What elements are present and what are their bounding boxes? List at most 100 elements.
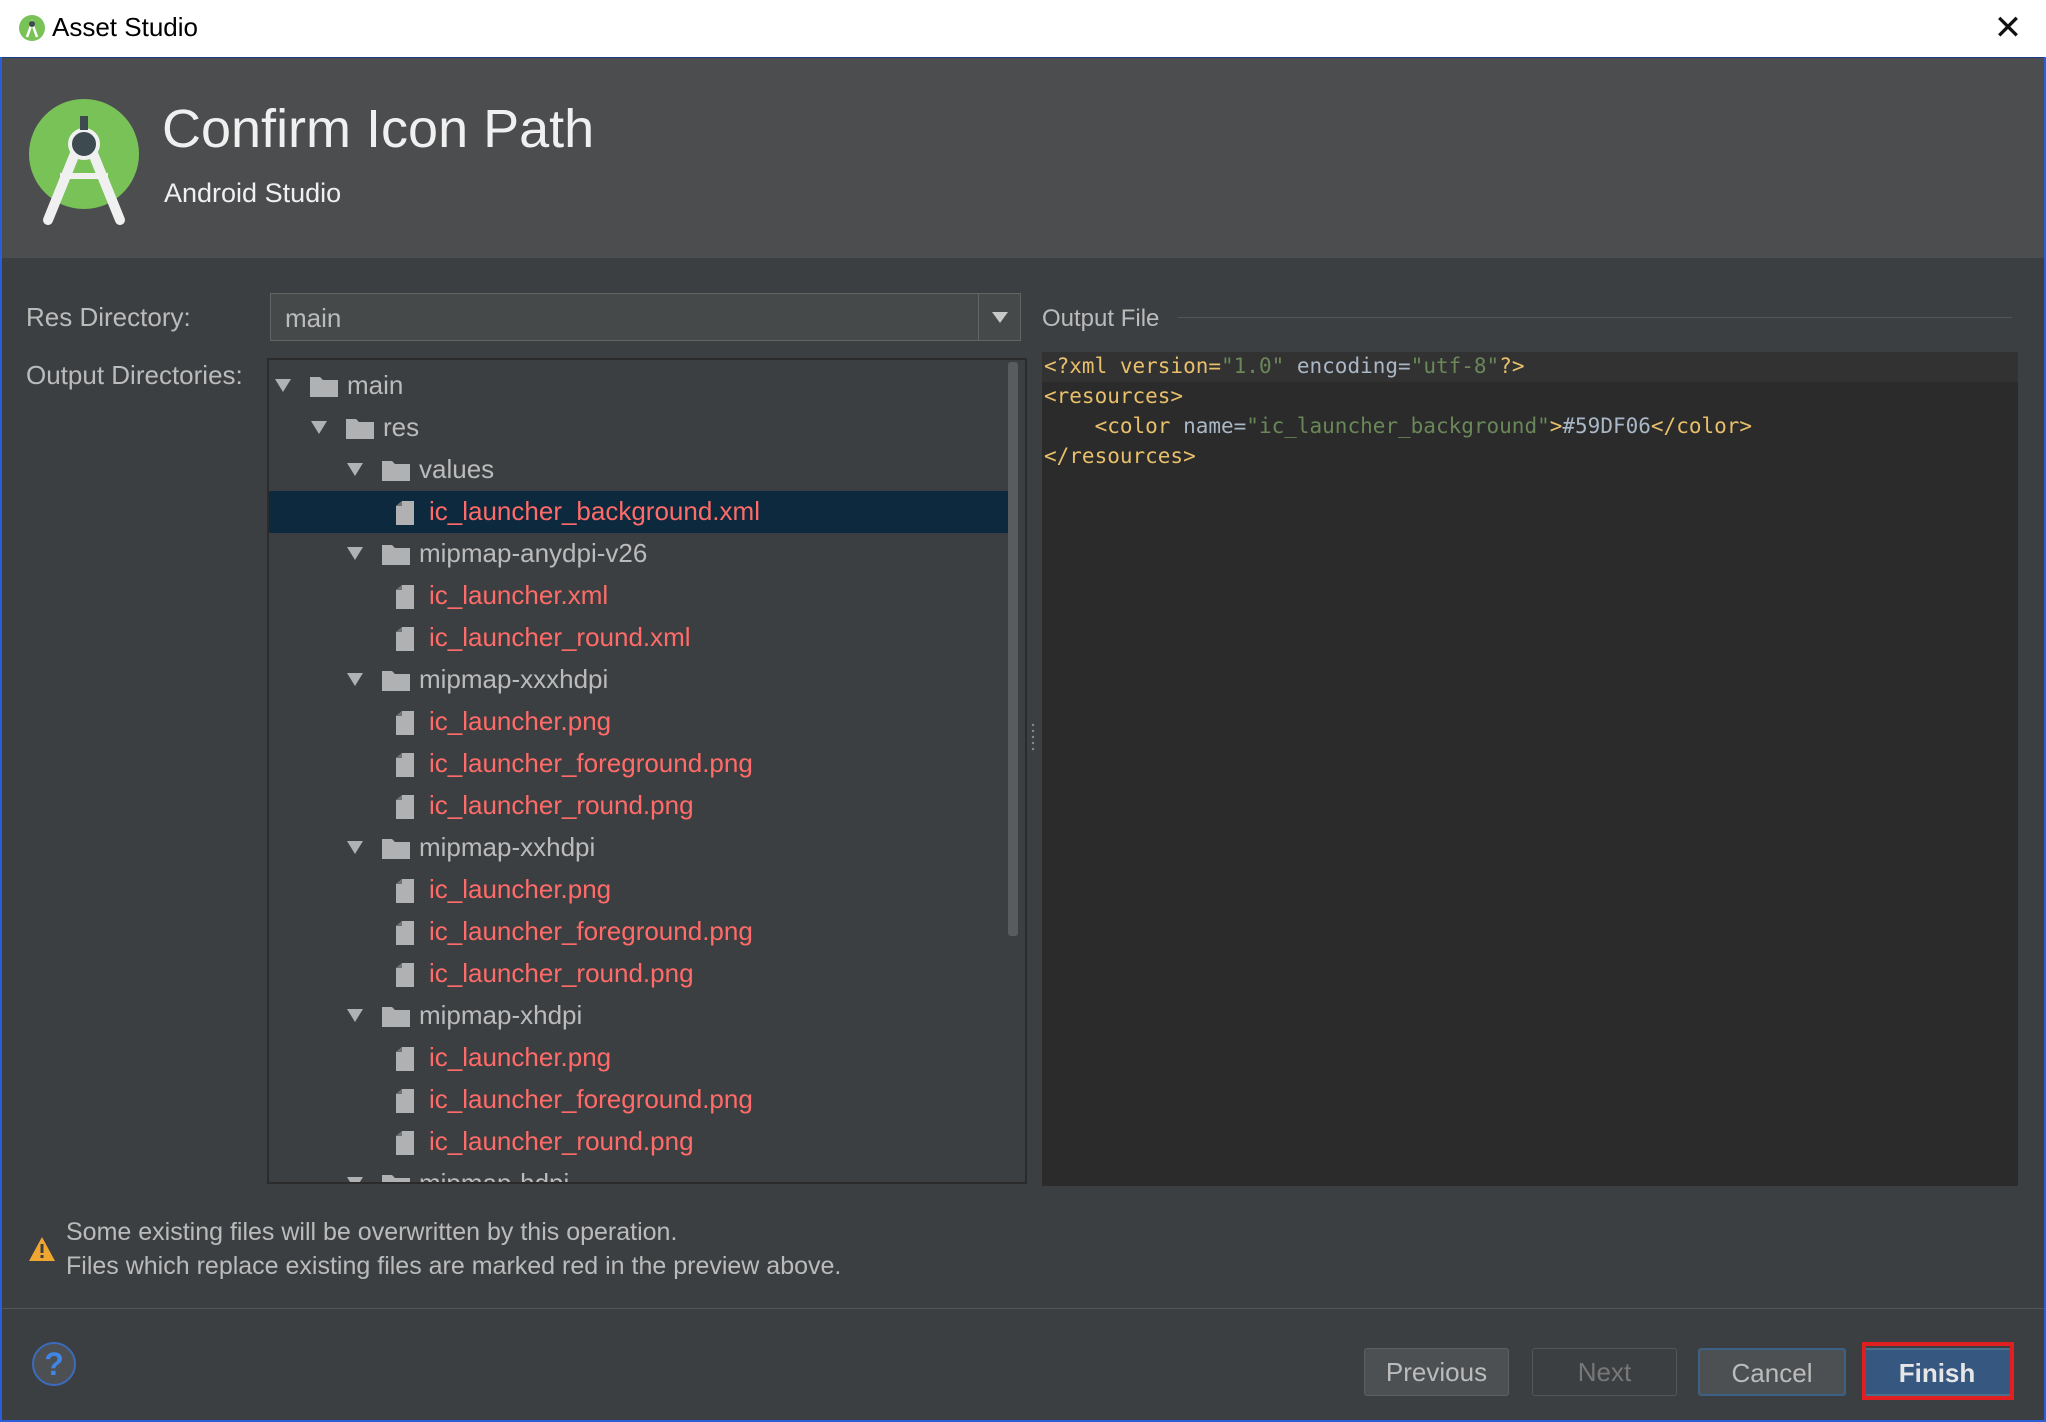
tree-folder-label: mipmap-xhdpi: [419, 1000, 583, 1030]
file-icon: [396, 1131, 414, 1155]
code-line-4: </resources>: [1044, 444, 1196, 468]
res-directory-value: main: [285, 303, 342, 333]
tree-file-row[interactable]: ic_launcher.png: [269, 701, 1009, 743]
footer-divider: [2, 1308, 2044, 1309]
tree-folder-row[interactable]: values: [269, 449, 1009, 491]
warning-text-line-1: Some existing files will be overwritten …: [66, 1218, 678, 1246]
tree-folder-row[interactable]: mipmap-hdpi: [269, 1163, 1009, 1184]
file-icon: [396, 585, 414, 609]
code-token: ?>: [1499, 354, 1525, 378]
tree-file-label: ic_launcher.png: [429, 706, 612, 736]
expand-triangle-icon[interactable]: [347, 463, 363, 476]
res-directory-dropdown[interactable]: main: [270, 293, 1021, 341]
expand-triangle-icon[interactable]: [347, 673, 363, 686]
tree-folder-row[interactable]: mipmap-anydpi-v26: [269, 533, 1009, 575]
tree-folder-row[interactable]: mipmap-xhdpi: [269, 995, 1009, 1037]
tree-file-label: ic_launcher_foreground.png: [429, 748, 753, 778]
previous-button[interactable]: Previous: [1364, 1348, 1509, 1396]
tree-file-label: ic_launcher.png: [429, 1042, 612, 1072]
code-token: #59DF06: [1562, 414, 1651, 438]
finish-button[interactable]: Finish: [1862, 1348, 2012, 1396]
tree-file-row[interactable]: ic_launcher_foreground.png: [269, 1079, 1009, 1121]
tree-file-row[interactable]: ic_launcher_round.xml: [269, 617, 1009, 659]
tree-folder-row[interactable]: res: [269, 407, 1009, 449]
output-directories-label: Output Directories:: [26, 360, 243, 390]
code-token: encoding=: [1284, 354, 1411, 378]
tree-file-row[interactable]: ic_launcher.xml: [269, 575, 1009, 617]
file-icon: [396, 711, 414, 735]
tree-folder-label: mipmap-xxxhdpi: [419, 664, 609, 694]
tree-file-row[interactable]: ic_launcher_foreground.png: [269, 911, 1009, 953]
expand-triangle-icon[interactable]: [347, 1177, 363, 1182]
tree-scrollbar[interactable]: [1008, 362, 1018, 936]
tree-file-label: ic_launcher_foreground.png: [429, 916, 753, 946]
tree-file-label: ic_launcher_foreground.png: [429, 1084, 753, 1114]
file-icon: [396, 921, 414, 945]
chevron-down-icon[interactable]: [978, 294, 1020, 340]
tree-folder-label: mipmap-hdpi: [419, 1168, 570, 1184]
android-studio-logo-icon: [29, 99, 139, 225]
next-button[interactable]: Next: [1532, 1348, 1677, 1396]
folder-icon: [310, 377, 338, 397]
code-token: name=: [1170, 414, 1247, 438]
code-line-3: <color name="ic_launcher_background">#59…: [1044, 414, 1752, 438]
warning-text-line-2: Files which replace existing files are m…: [66, 1252, 842, 1280]
expand-triangle-icon[interactable]: [347, 841, 363, 854]
expand-triangle-icon[interactable]: [347, 1009, 363, 1022]
code-token: "utf-8": [1410, 354, 1500, 378]
code-line-1: <?xml version="1.0" encoding="utf-8"?>: [1044, 354, 1524, 378]
file-icon: [396, 879, 414, 903]
tree-file-label: ic_launcher.png: [429, 874, 612, 904]
expand-triangle-icon[interactable]: [275, 379, 291, 392]
tree-file-row[interactable]: ic_launcher_background.xml: [269, 491, 1009, 533]
folder-icon: [346, 419, 374, 439]
folder-icon: [382, 1007, 410, 1027]
tree-file-row[interactable]: ic_launcher.png: [269, 1037, 1009, 1079]
tree-folder-label: res: [383, 412, 420, 442]
tree-folder-label: values: [419, 454, 495, 484]
tree-file-row[interactable]: ic_launcher_round.png: [269, 953, 1009, 995]
tree-file-row[interactable]: ic_launcher.png: [269, 869, 1009, 911]
tree-folder-row[interactable]: main: [269, 365, 1009, 407]
code-line-2: <resources>: [1044, 384, 1184, 408]
expand-triangle-icon[interactable]: [311, 421, 327, 434]
folder-icon: [382, 839, 410, 859]
tree-file-label: ic_launcher_background.xml: [429, 496, 760, 526]
output-file-divider: [1178, 317, 2012, 318]
folder-icon: [382, 545, 410, 565]
file-icon: [396, 963, 414, 987]
tree-file-label: ic_launcher_round.png: [429, 790, 694, 820]
wizard-header: Confirm Icon Path Android Studio: [2, 58, 2044, 258]
output-directories-tree[interactable]: main res values ic_launcher_background.xmlm…: [267, 358, 1027, 1184]
warning-icon: [29, 1237, 55, 1261]
tree-file-label: ic_launcher.xml: [429, 580, 609, 610]
tree-file-row[interactable]: ic_launcher_foreground.png: [269, 743, 1009, 785]
folder-icon: [382, 671, 410, 691]
folder-icon: [382, 461, 410, 481]
cancel-button[interactable]: Cancel: [1698, 1348, 1846, 1396]
tree-folder-row[interactable]: mipmap-xxhdpi: [269, 827, 1009, 869]
splitter-handle[interactable]: [1030, 722, 1036, 752]
code-token: "1.0": [1221, 354, 1285, 378]
android-studio-app-icon: [19, 15, 45, 41]
expand-triangle-icon[interactable]: [347, 547, 363, 560]
code-token: >: [1549, 414, 1563, 438]
help-button[interactable]: ?: [32, 1342, 76, 1386]
tree-folder-row[interactable]: mipmap-xxxhdpi: [269, 659, 1009, 701]
file-icon: [396, 1047, 414, 1071]
code-token: "ic_launcher_background": [1246, 414, 1550, 438]
tree-file-label: ic_launcher_round.png: [429, 1126, 694, 1156]
tree-folder-label: main: [347, 370, 404, 400]
file-icon: [396, 795, 414, 819]
output-file-preview[interactable]: <?xml version="1.0" encoding="utf-8"?> <…: [1042, 352, 2018, 1186]
tree-file-label: ic_launcher_round.xml: [429, 622, 691, 652]
tree-folder-label: mipmap-anydpi-v26: [419, 538, 648, 568]
window-title-bar: Asset Studio ✕: [0, 0, 2046, 58]
tree-file-row[interactable]: ic_launcher_round.png: [269, 785, 1009, 827]
page-title: Confirm Icon Path: [162, 99, 595, 159]
page-subtitle: Android Studio: [164, 178, 342, 208]
folder-icon: [382, 1175, 410, 1182]
tree-file-row[interactable]: ic_launcher_round.png: [269, 1121, 1009, 1163]
close-icon[interactable]: ✕: [1988, 8, 2028, 48]
